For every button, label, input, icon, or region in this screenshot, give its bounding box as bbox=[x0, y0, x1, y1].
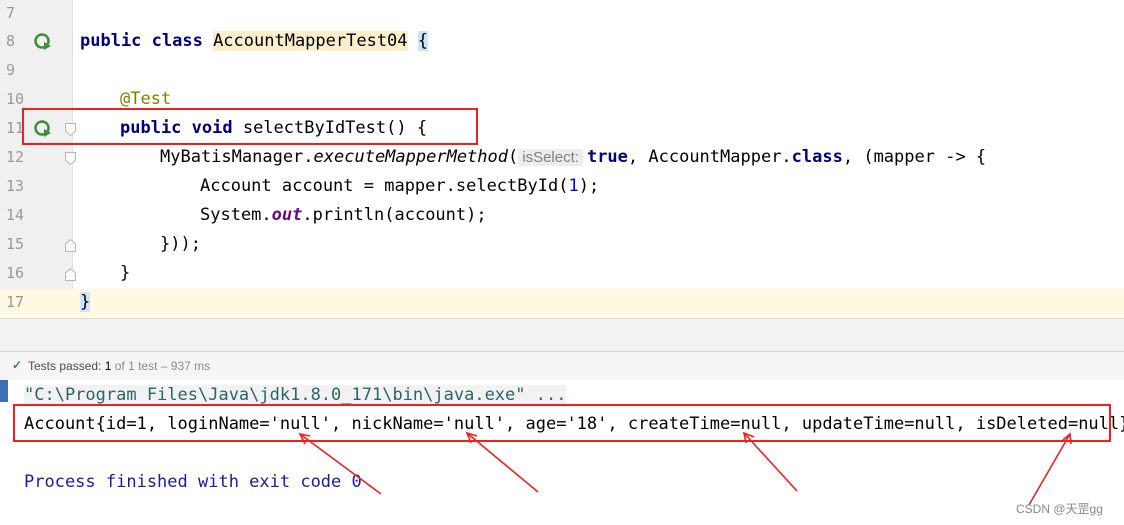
line-number: 15 bbox=[6, 235, 25, 253]
line-number: 9 bbox=[6, 61, 16, 79]
code-text[interactable]: System.out.println(account); bbox=[200, 205, 487, 225]
class-name: AccountMapperTest04 bbox=[213, 31, 408, 51]
code-line-17[interactable]: 17 } bbox=[0, 289, 1124, 318]
code-text[interactable]: } bbox=[120, 263, 130, 283]
line-number: 12 bbox=[6, 148, 25, 166]
console-command-line: "C:\Program Files\Java\jdk1.8.0_171\bin\… bbox=[24, 385, 567, 405]
matched-brace: { bbox=[417, 31, 429, 51]
line-number: 10 bbox=[6, 90, 25, 108]
line-number: 16 bbox=[6, 264, 25, 282]
check-icon: ✓ bbox=[12, 358, 23, 372]
highlight-box-method bbox=[22, 108, 478, 145]
watermark: CSDN @天罡gg bbox=[1016, 502, 1103, 516]
panel-separator[interactable] bbox=[0, 318, 1124, 352]
test-status-bar: ✓ Tests passed: 1 of 1 test – 937 ms bbox=[0, 351, 1124, 381]
highlight-box-output bbox=[13, 404, 1111, 442]
code-line-13[interactable]: 13 Account account = mapper.selectById(1… bbox=[0, 173, 1124, 202]
code-line-7[interactable]: 7 bbox=[0, 0, 1124, 29]
parameter-hint: isSelect: bbox=[518, 149, 583, 166]
test-status-text: Tests passed: 1 of 1 test – 937 ms bbox=[28, 359, 211, 373]
code-line-12[interactable]: 12 MyBatisManager.executeMapperMethod(is… bbox=[0, 144, 1124, 173]
line-number: 14 bbox=[6, 206, 25, 224]
line-number: 8 bbox=[6, 32, 16, 50]
line-number: 13 bbox=[6, 177, 25, 195]
matched-brace: } bbox=[80, 292, 91, 312]
code-line-9[interactable]: 9 bbox=[0, 57, 1124, 86]
annotation: @Test bbox=[120, 89, 172, 109]
fold-marker-icon[interactable] bbox=[65, 239, 76, 252]
code-text[interactable]: })); bbox=[160, 234, 201, 254]
fold-marker-icon[interactable] bbox=[65, 268, 76, 281]
code-line-8[interactable]: 8 public class AccountMapperTest04 { bbox=[0, 28, 1124, 57]
fold-marker-icon[interactable] bbox=[65, 152, 76, 165]
console-exit-line: Process finished with exit code 0 bbox=[24, 472, 362, 492]
code-text[interactable]: Account account = mapper.selectById(1); bbox=[200, 176, 599, 196]
line-number: 7 bbox=[6, 4, 16, 22]
code-text[interactable]: public class AccountMapperTest04 { bbox=[80, 31, 429, 51]
code-line-14[interactable]: 14 System.out.println(account); bbox=[0, 202, 1124, 231]
line-number: 17 bbox=[6, 293, 25, 311]
code-editor[interactable]: 7 8 public class AccountMapperTest04 { 9… bbox=[0, 0, 1124, 318]
run-test-class-icon[interactable] bbox=[34, 33, 52, 51]
code-line-15[interactable]: 15 })); bbox=[0, 231, 1124, 260]
console-side-tab[interactable] bbox=[0, 380, 8, 402]
code-text[interactable]: @Test bbox=[120, 89, 171, 109]
code-text[interactable]: } bbox=[80, 292, 91, 312]
code-line-16[interactable]: 16 } bbox=[0, 260, 1124, 289]
code-text[interactable]: MyBatisManager.executeMapperMethod(isSel… bbox=[160, 147, 986, 167]
